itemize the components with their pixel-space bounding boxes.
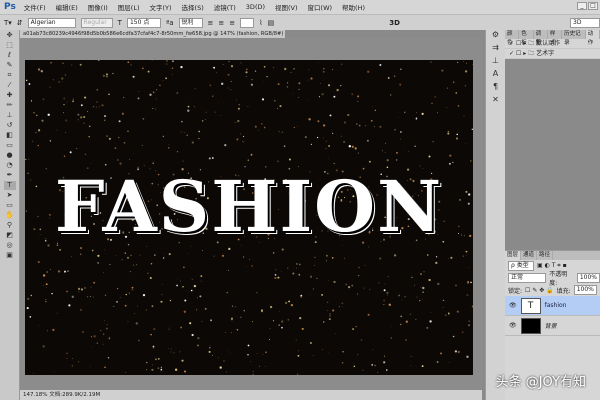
menu-select[interactable]: 选择(S) bbox=[182, 2, 204, 12]
menu-layer[interactable]: 图层(L) bbox=[118, 2, 140, 12]
menu-type[interactable]: 文字(Y) bbox=[150, 2, 172, 12]
layer-name: fashion bbox=[544, 302, 567, 309]
fashion-text: FASHION bbox=[54, 165, 444, 248]
action-set-label: 艺术字 bbox=[536, 50, 555, 57]
lasso-tool-icon[interactable]: ℓ bbox=[4, 51, 16, 60]
tab-history[interactable]: 历史记录 bbox=[562, 30, 586, 46]
watermark: 头条 @JOY有知 bbox=[495, 375, 586, 390]
pen-tool-icon[interactable]: ✒ bbox=[4, 171, 16, 180]
tab-actions[interactable]: 动作 bbox=[585, 30, 600, 46]
menu-bar: Ps 文件(F) 编辑(E) 图像(I) 图层(L) 文字(Y) 选择(S) 滤… bbox=[0, 0, 600, 14]
menu-help[interactable]: 帮助(H) bbox=[342, 2, 365, 12]
font-size-icon: T bbox=[117, 18, 122, 27]
minimize-button[interactable]: _ bbox=[577, 2, 587, 10]
3d-mode-label[interactable]: 3D bbox=[389, 19, 400, 27]
action-set-item[interactable]: ✓ ☐ ▸ 🗀 艺术字 bbox=[505, 49, 600, 59]
layer-name: 背景 bbox=[544, 323, 557, 330]
fill-label: 填充: bbox=[556, 287, 571, 295]
actions-icon[interactable]: ⚙ bbox=[486, 30, 505, 43]
action-set-label: 默认动作 bbox=[536, 40, 561, 47]
hand-tool-icon[interactable]: ✋ bbox=[4, 211, 16, 220]
gradient-icon[interactable]: ▭ bbox=[4, 141, 16, 150]
lock-icons[interactable]: ☐ ✎ ✥ 🔒 bbox=[525, 287, 554, 294]
quick-select-icon[interactable]: ✎ bbox=[4, 61, 16, 70]
menu-image[interactable]: 图像(I) bbox=[88, 2, 108, 12]
options-bar: T▾ ⇵ Algerian Regular T 150 点 ªa 锐利 ≡ ≡ … bbox=[0, 14, 600, 30]
text-orientation-icon[interactable]: ⇵ bbox=[17, 19, 23, 27]
menu-view[interactable]: 视图(V) bbox=[275, 2, 298, 12]
layer-filter-select[interactable]: ρ 类型 bbox=[508, 261, 534, 271]
menu-edit[interactable]: 编辑(E) bbox=[56, 2, 78, 12]
menu-file[interactable]: 文件(F) bbox=[24, 2, 46, 12]
toolbox: ✥ ⬚ ℓ ✎ ⌗ ⁄ ✚ ✏ ⊥ ↺ ◧ ▭ ● ◔ ✒ T ➤ ▭ ✋ ⚲ … bbox=[0, 30, 20, 400]
type-tool-icon[interactable]: T▾ bbox=[4, 19, 12, 27]
action-set-item[interactable]: ✓ ☐ ▸ 🗀 默认动作 bbox=[505, 39, 600, 49]
menu-filter[interactable]: 滤镜(T) bbox=[214, 2, 236, 12]
canvas-area[interactable]: FASHION bbox=[20, 38, 482, 390]
panel-icon-column: ⚙ ⇉ ⊥ A ¶ ✕ bbox=[485, 30, 505, 400]
opacity-label: 不透明度: bbox=[549, 271, 568, 287]
layer-row[interactable]: 👁 Tfashion bbox=[505, 296, 600, 316]
opacity-field[interactable]: 100% bbox=[576, 273, 600, 283]
eyedropper-icon[interactable]: ⁄ bbox=[4, 81, 16, 90]
path-select-icon[interactable]: ➤ bbox=[4, 191, 16, 200]
move-tool-icon[interactable]: ✥ bbox=[4, 31, 16, 40]
dodge-tool-icon[interactable]: ◔ bbox=[4, 161, 16, 170]
align-left-icon[interactable]: ≡ bbox=[208, 19, 214, 27]
font-family-select[interactable]: Algerian bbox=[27, 17, 76, 28]
tab-layers[interactable]: 图层 bbox=[505, 251, 522, 260]
document-tab[interactable]: a01ab73c80239c4946f98d5b0b586e6cdfa37cfa… bbox=[20, 30, 285, 38]
warp-text-icon[interactable]: ⌇ bbox=[259, 19, 262, 27]
brush-tool-icon[interactable]: ✏ bbox=[4, 101, 16, 110]
quick-mask-icon[interactable]: ◎ bbox=[4, 241, 16, 250]
stamp-tool-icon[interactable]: ⊥ bbox=[4, 111, 16, 120]
eraser-icon[interactable]: ◧ bbox=[4, 131, 16, 140]
paragraph-icon[interactable]: ¶ bbox=[486, 82, 505, 95]
align-right-icon[interactable]: ≡ bbox=[229, 19, 235, 27]
blend-mode-select[interactable]: 正常 bbox=[508, 273, 547, 283]
photoshop-logo: Ps bbox=[4, 2, 16, 12]
history-icon[interactable]: ⇉ bbox=[486, 43, 505, 56]
blur-tool-icon[interactable]: ● bbox=[4, 151, 16, 160]
text-layer-thumb: T bbox=[520, 297, 541, 314]
maximize-button[interactable]: □ bbox=[588, 2, 598, 10]
status-bar: 147.18% 文档:289.9K/2.19M bbox=[20, 390, 482, 400]
menu-3d[interactable]: 3D(D) bbox=[246, 3, 265, 11]
tab-styles[interactable]: 样式 bbox=[548, 30, 563, 46]
tab-adjustments[interactable]: 调整 bbox=[534, 30, 548, 46]
tool-presets-icon[interactable]: ⊥ bbox=[486, 56, 505, 69]
healing-brush-icon[interactable]: ✚ bbox=[4, 91, 16, 100]
tools-icon[interactable]: ✕ bbox=[486, 95, 505, 108]
tab-channels[interactable]: 通道 bbox=[521, 251, 538, 260]
character-icon[interactable]: A bbox=[486, 69, 505, 82]
antialias-icon: ªa bbox=[165, 18, 174, 27]
eye-icon[interactable]: 👁 bbox=[509, 322, 517, 329]
document-image[interactable]: FASHION bbox=[25, 60, 473, 375]
screen-mode-icon[interactable]: ▣ bbox=[4, 251, 16, 260]
font-style-select[interactable]: Regular bbox=[80, 17, 113, 28]
marquee-tool-icon[interactable]: ⬚ bbox=[4, 41, 16, 50]
antialias-select[interactable]: 锐利 bbox=[178, 17, 203, 28]
character-panel-icon[interactable]: ▤ bbox=[268, 19, 275, 27]
tab-color[interactable]: 颜色 bbox=[505, 30, 520, 46]
crop-tool-icon[interactable]: ⌗ bbox=[4, 71, 16, 80]
text-color-swatch[interactable] bbox=[240, 17, 255, 28]
workspace-select[interactable]: 3D bbox=[570, 17, 600, 28]
align-center-icon[interactable]: ≡ bbox=[218, 19, 224, 27]
eye-icon[interactable]: 👁 bbox=[509, 302, 517, 309]
type-tool-icon[interactable]: T bbox=[3, 181, 16, 190]
tab-paths[interactable]: 路径 bbox=[537, 251, 554, 260]
history-brush-icon[interactable]: ↺ bbox=[4, 121, 16, 130]
background-layer-thumb bbox=[520, 317, 541, 334]
shape-tool-icon[interactable]: ▭ bbox=[4, 201, 16, 210]
layer-row[interactable]: 👁 背景 bbox=[505, 316, 600, 336]
lock-label: 锁定: bbox=[508, 287, 523, 295]
font-size-select[interactable]: 150 点 bbox=[126, 17, 161, 28]
fill-field[interactable]: 100% bbox=[573, 285, 597, 295]
tab-swatches[interactable]: 色板 bbox=[519, 30, 534, 46]
actions-panel: 颜色 色板 调整 样式 历史记录 动作 ✓ ☐ ▸ 🗀 默认动作 ✓ ☐ ▸ 🗀… bbox=[505, 30, 600, 59]
menu-window[interactable]: 窗口(W) bbox=[308, 2, 333, 12]
zoom-tool-icon[interactable]: ⚲ bbox=[4, 221, 16, 230]
color-swatches-icon[interactable]: ◩ bbox=[4, 231, 16, 240]
